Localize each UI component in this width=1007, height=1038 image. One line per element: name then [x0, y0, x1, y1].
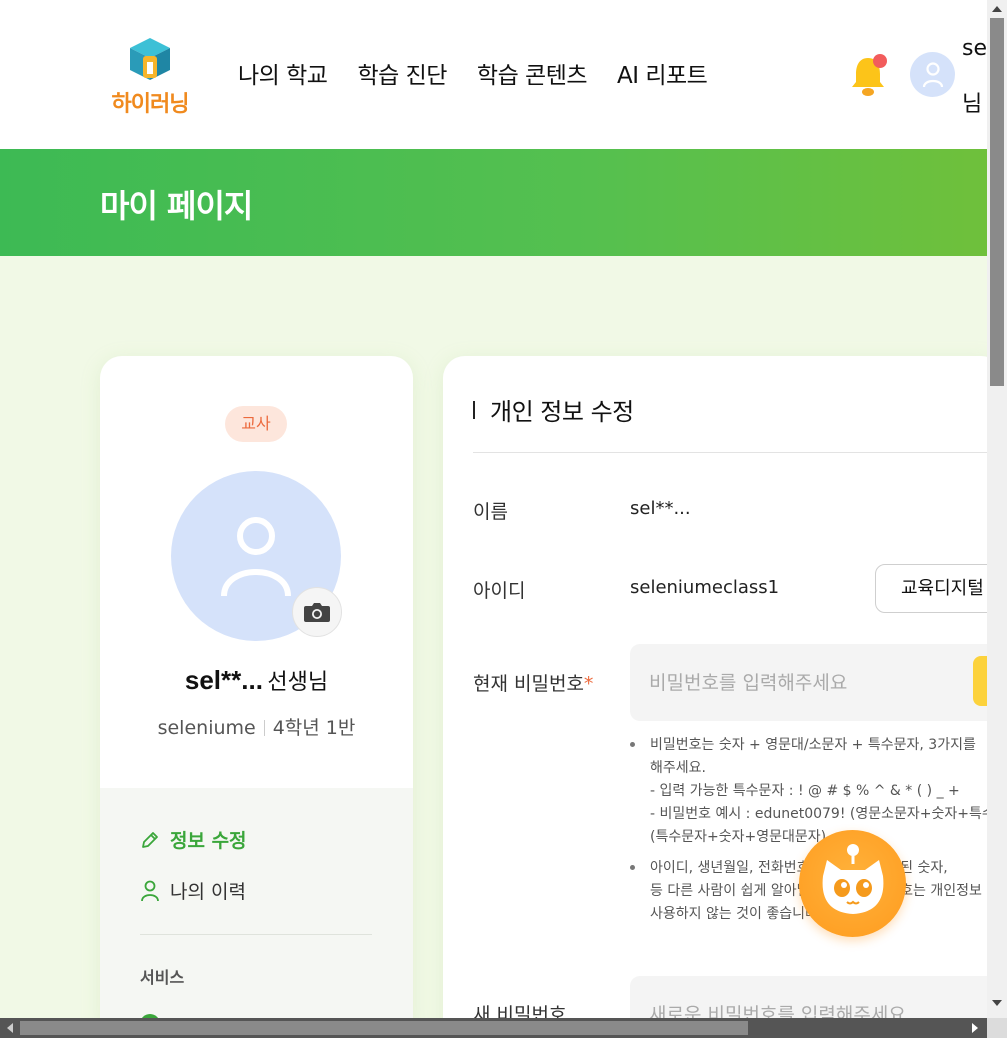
- menu-section-services: 서비스: [140, 968, 185, 987]
- horizontal-scrollbar[interactable]: [0, 1018, 987, 1038]
- current-password-label: 현재 비밀번호*: [473, 669, 593, 696]
- scroll-right-arrow-icon[interactable]: [965, 1018, 985, 1038]
- menu-edit-info-label: 정보 수정: [170, 830, 247, 852]
- menu-edit-info[interactable]: 정보 수정: [140, 826, 247, 853]
- name-value: sel**...: [630, 498, 691, 519]
- profile-menu: 정보 수정 나의 이력 서비스: [100, 788, 413, 1038]
- page-banner: 마이 페이지: [0, 149, 987, 256]
- pencil-icon: [142, 831, 158, 848]
- scroll-left-arrow-icon[interactable]: [0, 1018, 20, 1038]
- nav-contents[interactable]: 학습 콘텐츠: [477, 56, 588, 90]
- current-password-input[interactable]: [630, 644, 1007, 721]
- id-value: seleniumeclass1: [630, 577, 780, 598]
- cat-mascot-icon: [822, 843, 883, 914]
- nav-diagnosis[interactable]: 학습 진단: [357, 56, 447, 90]
- hilearning-logo[interactable]: 하이러닝: [104, 36, 196, 117]
- user-icon: [922, 61, 943, 87]
- section-title-text: 개인 정보 수정: [490, 398, 634, 426]
- menu-divider: [140, 934, 372, 935]
- profile-name-row: sel**... 선생님: [100, 664, 413, 696]
- nav-ai-report[interactable]: AI 리포트: [617, 56, 708, 90]
- person-icon: [141, 880, 159, 901]
- password-rule-hint: 비밀번호는 숫자 + 영문대/소문자 + 특수문자, 3가지를 해주세요. - …: [630, 734, 1007, 849]
- menu-history[interactable]: 나의 이력: [140, 877, 246, 904]
- profile-grade-class: 4학년 1반: [272, 717, 356, 739]
- scroll-down-arrow-icon[interactable]: [987, 994, 1007, 1012]
- profile-school: seleniume: [157, 717, 256, 739]
- logo-cube-icon: [130, 38, 170, 80]
- page-title: 마이 페이지: [100, 187, 253, 225]
- required-mark: *: [583, 673, 594, 695]
- menu-history-label: 나의 이력: [170, 881, 246, 903]
- meta-divider: [263, 720, 265, 736]
- nav-my-school[interactable]: 나의 학교: [238, 56, 328, 90]
- main-nav: 나의 학교 학습 진단 학습 콘텐츠 AI 리포트: [238, 56, 708, 90]
- vertical-scrollbar[interactable]: [987, 0, 1007, 1018]
- notification-bell-icon[interactable]: [848, 52, 888, 98]
- top-header: 하이러닝 나의 학교 학습 진단 학습 콘텐츠 AI 리포트 se 님: [0, 0, 987, 149]
- edit-info-card: 개인 정보 수정 이름 sel**... 아이디 seleniumeclass1…: [443, 356, 1007, 1038]
- profile-name-suffix: 선생님: [267, 670, 329, 695]
- scroll-up-arrow-icon[interactable]: [987, 0, 1007, 18]
- horizontal-scroll-thumb[interactable]: [20, 1021, 748, 1035]
- profile-card: 교사 sel**... 선생님 seleniume 4학년 1반 정보 수정 나…: [100, 356, 413, 1038]
- chatbot-mascot-button[interactable]: [799, 830, 906, 937]
- current-password-label-text: 현재 비밀번호: [473, 673, 584, 695]
- user-icon: [221, 517, 291, 597]
- title-divider: [473, 452, 1003, 453]
- profile-meta: seleniume 4학년 1반: [100, 713, 413, 740]
- id-label: 아이디: [473, 580, 526, 602]
- name-label: 이름: [473, 501, 508, 523]
- user-avatar[interactable]: [910, 52, 955, 97]
- header-user-suffix: 님: [962, 92, 983, 117]
- camera-icon: [304, 603, 330, 622]
- vertical-scroll-thumb[interactable]: [990, 18, 1004, 386]
- profile-name: sel**...: [184, 665, 263, 695]
- change-photo-button[interactable]: [292, 587, 342, 637]
- section-title: 개인 정보 수정: [473, 392, 634, 427]
- logo-text: 하이러닝: [111, 92, 190, 117]
- header-user-name[interactable]: se: [962, 36, 987, 61]
- role-badge: 교사: [225, 406, 287, 442]
- scrollbar-corner: [987, 1018, 1007, 1038]
